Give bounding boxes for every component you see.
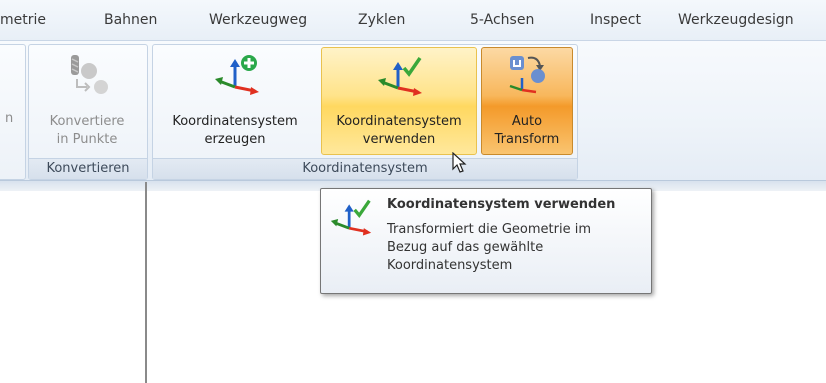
coordinate-system-use-icon (376, 54, 424, 108)
ribbon-group-partial: n (0, 44, 26, 180)
konvertiere-in-punkte-button[interactable]: Konvertiere in Punkte (31, 47, 143, 155)
tooltip-description-line: Bezug auf das gewählte (387, 240, 544, 255)
convert-to-points-icon (65, 53, 111, 105)
coordinate-system-add-icon (213, 53, 261, 107)
koordinatensystem-erzeugen-button[interactable]: Koordinatensystem erzeugen (157, 47, 313, 155)
group-label-konvertieren: Konvertieren (29, 158, 147, 179)
tab-geometrie[interactable]: metrie (0, 12, 46, 28)
ribbon-group-konvertieren: Konvertiere in Punkte Konvertieren (28, 44, 148, 180)
tooltip-description-line: Koordinatensystem (387, 258, 513, 273)
coordinate-system-use-icon (329, 197, 373, 245)
tooltip-description: Transformiert die Geometrie im Bezug auf… (387, 221, 647, 275)
ribbon-group-koordinatensystem: Koordinatensystem erzeugen Koordinatensy… (152, 44, 578, 180)
konvertiere-line2: in Punkte (56, 132, 118, 147)
tab-inspect[interactable]: Inspect (590, 12, 641, 28)
verwenden-line1: Koordinatensystem (336, 114, 462, 129)
koordinatensystem-verwenden-button[interactable]: Koordinatensystem verwenden (321, 47, 477, 155)
konvertiere-line1: Konvertiere (49, 114, 125, 129)
auto-transform-line2: Transform (494, 132, 560, 147)
tab-zyklen[interactable]: Zyklen (358, 12, 405, 28)
auto-transform-line1: Auto (511, 114, 543, 129)
auto-transform-button[interactable]: Auto Transform (481, 47, 573, 155)
mouse-cursor-icon (452, 151, 468, 178)
tab-5-achsen[interactable]: 5-Achsen (470, 12, 534, 28)
auto-transform-icon (504, 52, 552, 106)
tooltip-description-line: Transformiert die Geometrie im (387, 222, 591, 237)
group-label-koordinatensystem: Koordinatensystem (153, 158, 577, 179)
erzeugen-line2: erzeugen (204, 132, 266, 147)
workspace-divider (145, 182, 147, 383)
ribbon-tab-strip: metrie Bahnen Werkzeugweg Zyklen 5-Achse… (0, 0, 826, 40)
verwenden-line2: verwenden (362, 132, 436, 147)
tooltip-title: Koordinatensystem verwenden (387, 197, 616, 212)
tab-bahnen[interactable]: Bahnen (104, 12, 157, 28)
partial-button-label: n (5, 111, 14, 126)
tab-werkzeugdesign[interactable]: Werkzeugdesign (678, 12, 794, 28)
tooltip-koordinatensystem-verwenden: Koordinatensystem verwenden Transformier… (320, 188, 652, 294)
erzeugen-line1: Koordinatensystem (172, 114, 298, 129)
tab-werkzeugweg[interactable]: Werkzeugweg (209, 12, 307, 28)
